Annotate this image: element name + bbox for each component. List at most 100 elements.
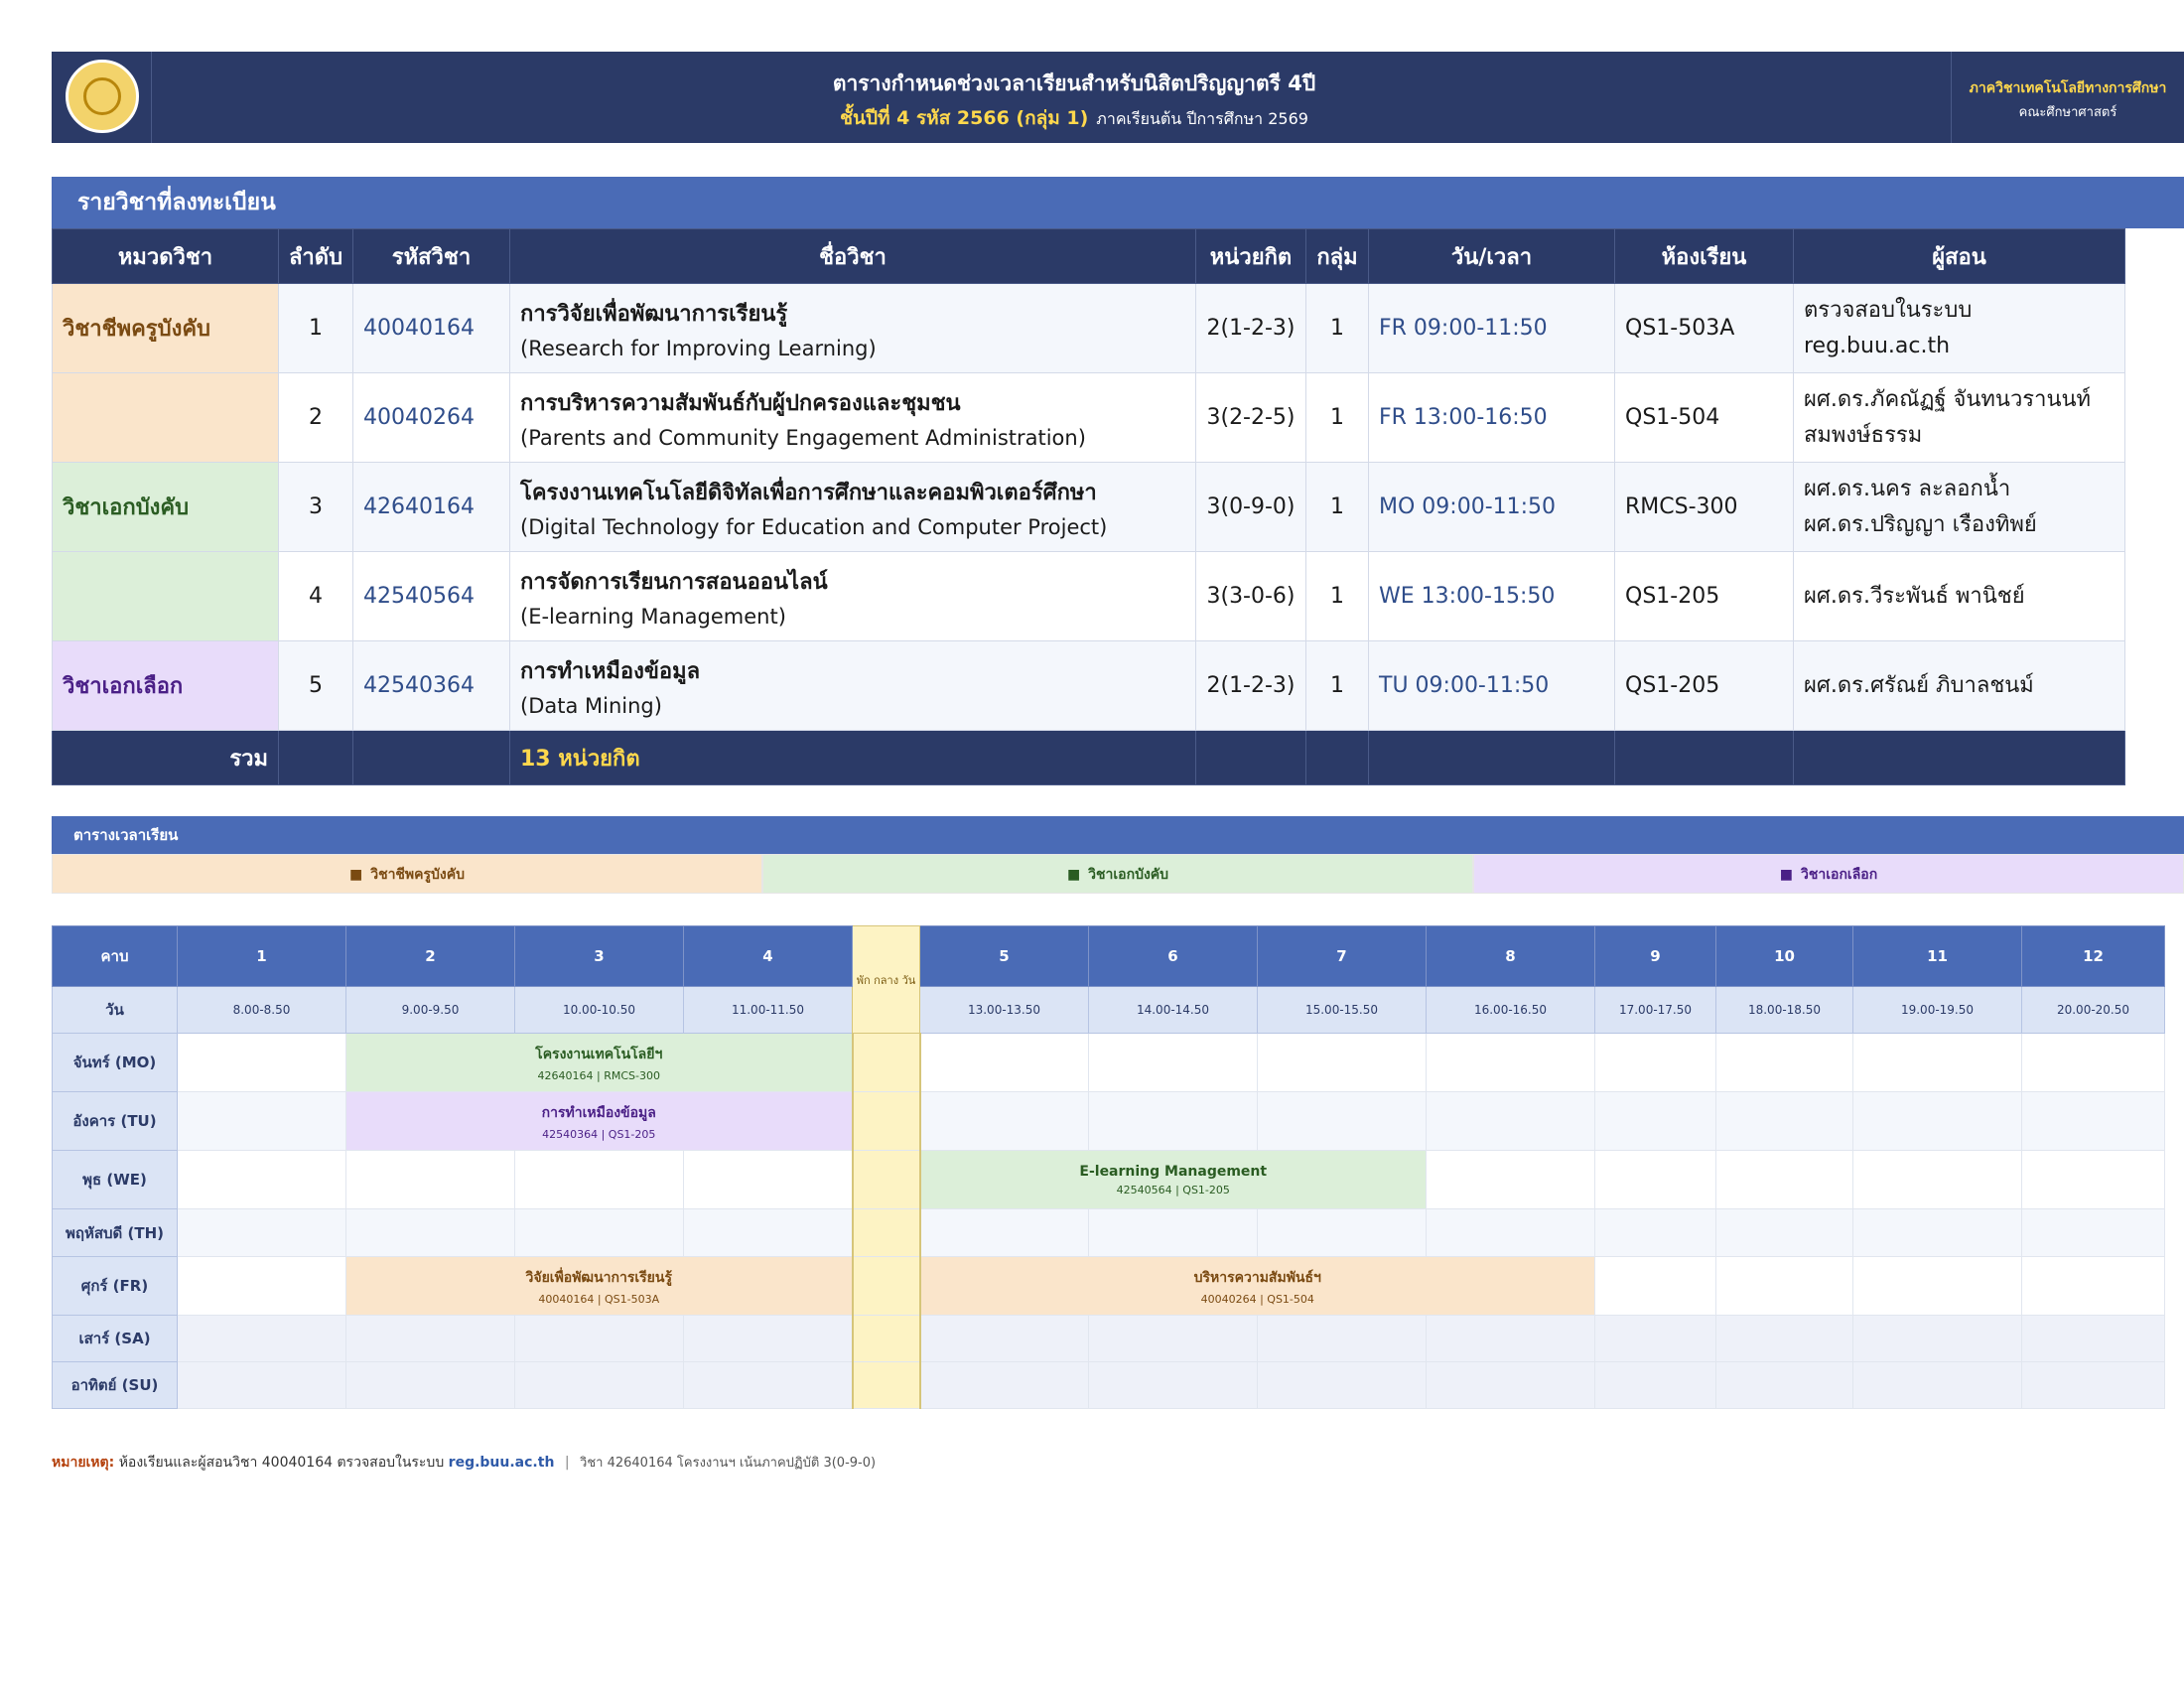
course-row: วิชาชีพครูบังคับ 1 40040164 การวิจัยเพื่… bbox=[52, 283, 2125, 373]
lecturer-line: ผศ.ดร.ภัคณัฏฐ์ จันทนวรานนท์ bbox=[1804, 386, 2092, 412]
period-number: 9 bbox=[1594, 925, 1716, 987]
day-label: เสาร์ (SA) bbox=[52, 1315, 178, 1362]
lunch-break-slot bbox=[851, 1091, 921, 1151]
reg-link[interactable]: reg.buu.ac.th bbox=[449, 1455, 555, 1471]
course-row: 4 42540564 การจัดการเรียนการสอนออนไลน์ (E… bbox=[52, 551, 2125, 641]
lunch-break-header: พัก กลาง วัน bbox=[852, 925, 920, 1034]
page-title: ตารางกำหนดช่วงเวลาเรียนสำหรับนิสิตปริญญา… bbox=[832, 71, 1316, 95]
university-logo bbox=[66, 60, 139, 133]
empty-slot bbox=[514, 1315, 684, 1362]
course-no: 5 bbox=[278, 640, 353, 731]
period-number: 3 bbox=[514, 925, 684, 987]
class-block-title: วิจัยเพื่อพัฒนาการเรียนรู้ bbox=[525, 1269, 672, 1286]
empty-slot bbox=[683, 1208, 853, 1257]
total-row: รวม 13 หน่วยกิต bbox=[52, 730, 2125, 785]
course-time: WE 13:00-15:50 bbox=[1368, 551, 1615, 641]
lunch-break-slot bbox=[851, 1256, 921, 1316]
empty-slot bbox=[2021, 1091, 2165, 1151]
square-icon: ■ bbox=[1066, 867, 1081, 883]
course-credits: 3(0-9-0) bbox=[1195, 462, 1306, 552]
day-label: จันทร์ (MO) bbox=[52, 1033, 178, 1092]
period-number: 1 bbox=[177, 925, 346, 987]
period-number: 2 bbox=[345, 925, 515, 987]
empty-slot bbox=[2021, 1361, 2165, 1409]
empty-slot bbox=[1257, 1033, 1427, 1092]
empty-slot bbox=[683, 1315, 853, 1362]
empty-slot bbox=[1852, 1091, 2022, 1151]
period-number: 6 bbox=[1088, 925, 1258, 987]
empty-slot bbox=[1715, 1150, 1853, 1209]
course-credits: 3(3-0-6) bbox=[1195, 551, 1306, 641]
course-no: 2 bbox=[278, 372, 353, 463]
faculty-name: คณะศึกษาศาสตร์ bbox=[2018, 105, 2117, 120]
course-no: 3 bbox=[278, 462, 353, 552]
lecturer-line: ผศ.ดร.นคร ละลอกน้ำ bbox=[1804, 476, 2011, 501]
lunch-break-slot bbox=[851, 1033, 921, 1092]
department-cell: ภาควิชาเทคโนโลยีทางการศึกษา คณะศึกษาศาสต… bbox=[1951, 52, 2184, 143]
course-room: QS1-504 bbox=[1614, 372, 1794, 463]
col-header: ผู้สอน bbox=[1793, 228, 2125, 284]
day-row-fr: ศุกร์ (FR) วิจัยเพื่อพัฒนาการเรียนรู้ 400… bbox=[52, 1256, 2165, 1316]
class-block[interactable]: E-learning Management 42540564 | QS1-205 bbox=[919, 1150, 1427, 1209]
course-lecturer: ผศ.ดร.ศรัณย์ ภิบาลชนม์ bbox=[1793, 640, 2125, 731]
empty-slot bbox=[177, 1150, 346, 1209]
department-name: ภาควิชาเทคโนโลยีทางการศึกษา bbox=[1969, 80, 2167, 96]
class-block[interactable]: วิจัยเพื่อพัฒนาการเรียนรู้ 40040164 | QS1… bbox=[345, 1256, 853, 1316]
class-block[interactable]: บริหารความสัมพันธ์ฯ 40040264 | QS1-504 bbox=[919, 1256, 1595, 1316]
total-empty bbox=[1305, 730, 1369, 785]
period-number: 10 bbox=[1715, 925, 1853, 987]
course-code: 40040164 bbox=[352, 283, 510, 373]
period-number: 8 bbox=[1426, 925, 1595, 987]
empty-slot bbox=[514, 1361, 684, 1409]
empty-slot bbox=[1715, 1256, 1853, 1316]
lecturer-line: ผศ.ดร.ปริญญา เรืองทิพย์ bbox=[1804, 511, 2037, 537]
day-row-sa: เสาร์ (SA) bbox=[52, 1315, 2165, 1362]
course-room: RMCS-300 bbox=[1614, 462, 1794, 552]
total-empty bbox=[1368, 730, 1615, 785]
period-time: 18.00-18.50 bbox=[1715, 986, 1853, 1034]
course-lecturer: ผศ.ดร.วีระพันธ์ พานิชย์ bbox=[1793, 551, 2125, 641]
lunch-break-slot bbox=[851, 1208, 921, 1257]
class-block-detail: 42640164 | RMCS-300 bbox=[537, 1068, 660, 1082]
day-row-tu: อังคาร (TU) การทำเหมืองข้อมูล 42540364 | … bbox=[52, 1091, 2165, 1151]
empty-slot bbox=[2021, 1033, 2165, 1092]
class-block[interactable]: การทำเหมืองข้อมูล 42540364 | QS1-205 bbox=[345, 1091, 853, 1151]
course-code: 42540564 bbox=[352, 551, 510, 641]
empty-slot bbox=[919, 1208, 1089, 1257]
empty-slot bbox=[1426, 1091, 1595, 1151]
empty-slot bbox=[177, 1361, 346, 1409]
col-header: ชื่อวิชา bbox=[509, 228, 1196, 284]
courses-header-row: หมวดวิชา ลำดับ รหัสวิชา ชื่อวิชา หน่วยกิ… bbox=[52, 228, 2125, 284]
class-block-title: บริหารความสัมพันธ์ฯ bbox=[1193, 1269, 1321, 1286]
empty-slot bbox=[683, 1361, 853, 1409]
period-header: คาบ bbox=[52, 925, 178, 987]
period-time: 10.00-10.50 bbox=[514, 986, 684, 1034]
class-block[interactable]: โครงงานเทคโนโลยีฯ 42640164 | RMCS-300 bbox=[345, 1033, 853, 1092]
course-row: 2 40040264 การบริหารความสัมพันธ์กับผู้ปก… bbox=[52, 372, 2125, 463]
lecturer-line: ผศ.ดร.ศรัณย์ ภิบาลชนม์ bbox=[1804, 672, 2034, 698]
timetable-section-title: ตารางเวลาเรียน bbox=[52, 816, 2184, 854]
day-label: ศุกร์ (FR) bbox=[52, 1256, 178, 1316]
class-block-title: E-learning Management bbox=[1079, 1163, 1268, 1180]
legend-item-prof: ■ วิชาชีพครูบังคับ bbox=[52, 854, 762, 894]
course-row: วิชาเอกบังคับ 3 42640164 โครงงานเทคโนโลย… bbox=[52, 462, 2125, 552]
col-header: ลำดับ bbox=[278, 228, 353, 284]
period-number: 7 bbox=[1257, 925, 1427, 987]
empty-slot bbox=[1715, 1091, 1853, 1151]
period-number: 12 bbox=[2021, 925, 2165, 987]
empty-slot bbox=[683, 1150, 853, 1209]
empty-slot bbox=[1594, 1315, 1716, 1362]
day-label: พุธ (WE) bbox=[52, 1150, 178, 1209]
empty-slot bbox=[1257, 1315, 1427, 1362]
course-category: วิชาเอกบังคับ bbox=[52, 462, 279, 552]
course-name-th: การวิจัยเพื่อพัฒนาการเรียนรู้ bbox=[520, 302, 788, 327]
total-empty bbox=[352, 730, 510, 785]
time-row: วัน 8.00-8.50 9.00-9.50 10.00-10.50 11.0… bbox=[52, 986, 2165, 1034]
course-name: การวิจัยเพื่อพัฒนาการเรียนรู้ (Research f… bbox=[509, 283, 1196, 373]
lecturer-line: ตรวจสอบในระบบ reg.buu.ac.th bbox=[1804, 297, 1973, 358]
course-lecturer: ผศ.ดร.นคร ละลอกน้ำผศ.ดร.ปริญญา เรืองทิพย… bbox=[1793, 462, 2125, 552]
empty-slot bbox=[1594, 1256, 1716, 1316]
col-header: หน่วยกิต bbox=[1195, 228, 1306, 284]
day-label: อาทิตย์ (SU) bbox=[52, 1361, 178, 1409]
course-name: โครงงานเทคโนโลยีดิจิทัลเพื่อการศึกษาและค… bbox=[509, 462, 1196, 552]
